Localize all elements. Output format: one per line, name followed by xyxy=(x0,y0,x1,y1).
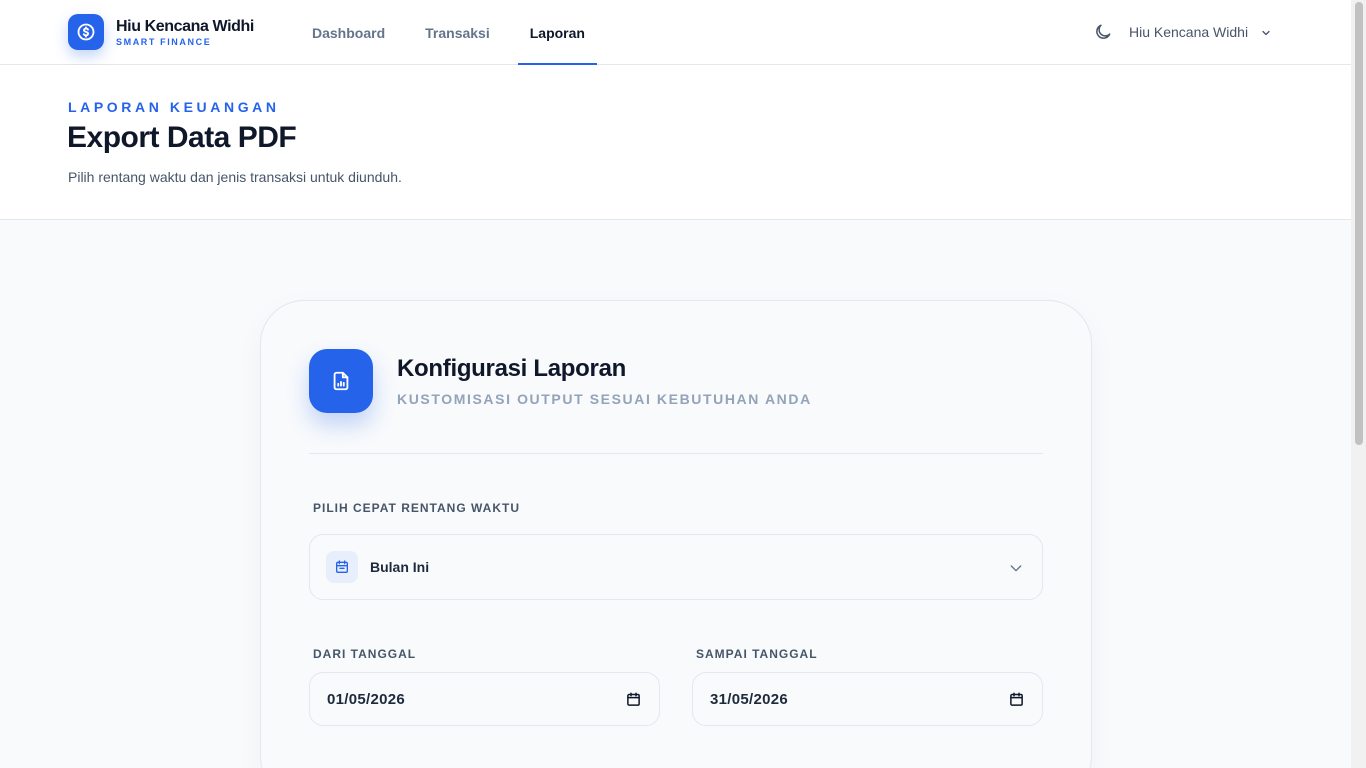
moon-icon[interactable] xyxy=(1093,22,1113,42)
calendar-icon xyxy=(326,551,358,583)
user-menu[interactable]: Hiu Kencana Widhi xyxy=(1129,22,1272,42)
calendar-icon[interactable] xyxy=(1009,692,1024,707)
nav-transaksi[interactable]: Transaksi xyxy=(413,0,502,65)
vertical-scrollbar[interactable] xyxy=(1351,0,1366,768)
to-date-value: 31/05/2026 xyxy=(710,690,789,708)
from-date-input[interactable]: 01/05/2026 xyxy=(309,672,660,726)
to-date-input[interactable]: 31/05/2026 xyxy=(692,672,1043,726)
file-chart-icon xyxy=(309,349,373,413)
page-eyebrow: LAPORAN KEUANGAN xyxy=(68,99,280,115)
brand[interactable]: Hiu Kencana Widhi SMART FINANCE xyxy=(68,14,254,50)
main-nav: Dashboard Transaksi Laporan xyxy=(300,0,613,66)
dollar-coin-icon xyxy=(68,14,104,50)
brand-name: Hiu Kencana Widhi xyxy=(116,17,254,35)
chevron-down-icon xyxy=(1260,26,1272,38)
calendar-icon[interactable] xyxy=(626,692,641,707)
divider xyxy=(309,453,1043,454)
quick-range-select[interactable]: Bulan Ini xyxy=(309,534,1043,600)
to-date-label: SAMPAI TANGGAL xyxy=(696,647,818,661)
nav-dashboard[interactable]: Dashboard xyxy=(300,0,397,65)
top-navbar: Hiu Kencana Widhi SMART FINANCE Dashboar… xyxy=(0,0,1351,66)
user-name: Hiu Kencana Widhi xyxy=(1129,24,1249,40)
from-date-label: DARI TANGGAL xyxy=(313,647,417,661)
page-title: Export Data PDF xyxy=(67,121,297,154)
page-description: Pilih rentang waktu dan jenis transaksi … xyxy=(68,169,402,185)
nav-laporan[interactable]: Laporan xyxy=(517,0,598,66)
quick-range-label: PILIH CEPAT RENTANG WAKTU xyxy=(313,501,520,515)
chevron-down-icon xyxy=(1008,560,1024,576)
from-date-value: 01/05/2026 xyxy=(327,690,406,708)
page-header: LAPORAN KEUANGAN Export Data PDF Pilih r… xyxy=(0,65,1351,220)
scrollbar-thumb[interactable] xyxy=(1355,2,1363,445)
brand-tagline: SMART FINANCE xyxy=(116,36,212,47)
card-title: Konfigurasi Laporan xyxy=(397,355,626,382)
quick-range-value: Bulan Ini xyxy=(370,559,430,575)
report-config-card: Konfigurasi Laporan KUSTOMISASI OUTPUT S… xyxy=(260,300,1092,768)
card-subtitle: KUSTOMISASI OUTPUT SESUAI KEBUTUHAN ANDA xyxy=(397,391,812,407)
